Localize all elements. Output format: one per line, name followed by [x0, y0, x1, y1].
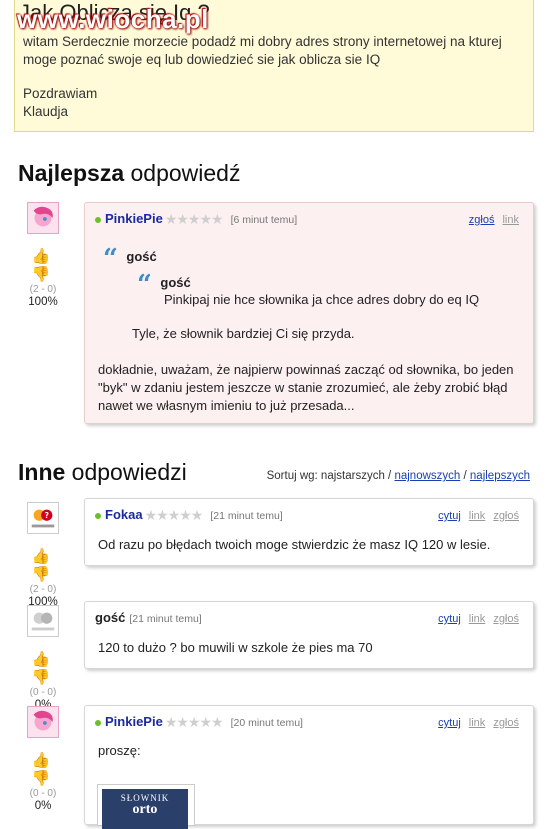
thumbs-down-icon[interactable]: 👎	[32, 566, 55, 583]
avatar[interactable]	[27, 605, 59, 637]
avatar[interactable]: ?	[27, 502, 59, 534]
answer-time: [20 minut temu]	[230, 716, 303, 729]
question-greeting: Pozdrawiam	[23, 86, 98, 101]
answer-body: 120 to dużo ? bo muwili w szkole że pies…	[98, 640, 373, 655]
answer-3-vote-column: 👍👎 (0 - 0) 0%	[24, 706, 62, 812]
thumbs-down-icon[interactable]: 👎	[32, 669, 55, 686]
quote-icon: “	[137, 270, 152, 300]
thumbs-up-icon[interactable]: 👍	[32, 651, 55, 668]
report-link[interactable]: zgłoś	[469, 214, 495, 226]
sort-best-link[interactable]: najlepszych	[470, 470, 530, 482]
question-body: witam Serdecznie morzecie podadź mi dobr…	[23, 34, 502, 67]
rating-stars-icon: ★★★★★	[164, 714, 224, 731]
best-vote-column: 👍👎 (2 - 0) 100%	[24, 202, 62, 308]
online-status-icon	[95, 719, 101, 726]
dictionary-image: SŁOWNIK orto	[97, 784, 195, 829]
thumbs-up-icon[interactable]: 👍	[32, 248, 55, 265]
vote-count: (0 - 0)	[29, 788, 57, 799]
permalink-link[interactable]: link	[502, 214, 519, 226]
report-link[interactable]: zgłoś	[493, 613, 519, 625]
answer-author: gość	[95, 610, 126, 625]
answer-1-vote-column: ? 👍👎 (2 - 0) 100%	[24, 502, 62, 608]
report-link[interactable]: zgłoś	[493, 717, 519, 729]
avatar[interactable]	[27, 202, 59, 234]
answer-time: [6 minut temu]	[230, 213, 298, 226]
online-status-icon	[95, 216, 101, 223]
answer-card: gość [21 minut temu] cytuj link zgłoś 120 t…	[84, 601, 534, 669]
quote-icon: “	[103, 244, 118, 274]
thumbs-down-icon[interactable]: 👎	[32, 266, 55, 283]
thumbs-up-icon[interactable]: 👍	[32, 752, 55, 769]
answer-body: dokładnie, uważam, że najpierw powinnaś …	[98, 362, 514, 413]
quote-link[interactable]: cytuj	[438, 510, 461, 522]
quote-link[interactable]: cytuj	[438, 613, 461, 625]
answer-2-vote-column: 👍👎 (0 - 0) 0%	[24, 605, 62, 711]
quote-link[interactable]: cytuj	[438, 717, 461, 729]
avatar[interactable]	[27, 706, 59, 738]
report-link[interactable]: zgłoś	[493, 510, 519, 522]
best-answer-heading: Najlepsza odpowiedź	[18, 160, 241, 186]
nested-quote-text: Pinkipaj nie hce słownika ja chce adres …	[164, 292, 480, 307]
answer-card: Fokaa ★★★★★ [21 minut temu] cytuj link zgłoś…	[84, 498, 534, 566]
vote-count: (2 - 0)	[29, 284, 57, 295]
thumbs-down-icon[interactable]: 👎	[32, 770, 55, 787]
sort-separator: /	[463, 470, 467, 482]
answer-time: [21 minut temu]	[210, 509, 283, 522]
rating-stars-icon: ★★★★★	[144, 507, 204, 524]
vote-percent: 100%	[28, 296, 58, 308]
dictionary-image-caption: orto	[132, 802, 158, 817]
answer-card: PinkiePie ★★★★★ [20 minut temu] cytuj link z…	[84, 705, 534, 829]
rating-stars-icon: ★★★★★	[164, 211, 224, 228]
other-answers-heading: Inne odpowiedzi	[18, 459, 187, 485]
quote-text: Tyle, że słownik bardziej Ci się przyda.	[132, 326, 355, 341]
permalink-link[interactable]: link	[469, 717, 486, 729]
nested-quoted-user: gość	[160, 275, 191, 290]
permalink-link[interactable]: link	[469, 613, 486, 625]
answer-author[interactable]: PinkiePie	[105, 714, 163, 729]
quoted-user: gość	[126, 249, 157, 264]
best-answer-card: PinkiePie ★★★★★ [6 minut temu] zgłoś link “…	[84, 202, 534, 424]
svg-text:?: ?	[45, 511, 49, 520]
sort-controls: Sortuj wg: najstarszych / najnowszych / …	[267, 470, 530, 482]
thumbs-up-icon[interactable]: 👍	[32, 548, 55, 565]
permalink-link[interactable]: link	[469, 510, 486, 522]
answer-author[interactable]: PinkiePie	[105, 211, 163, 226]
answer-body: proszę:	[98, 743, 141, 758]
sort-newest-link[interactable]: najnowszych	[394, 470, 460, 482]
question-box: Jak Oblicza się Iq ? www.wiocha.pl witam…	[14, 0, 534, 132]
answer-time: [21 minut temu]	[129, 612, 202, 625]
vote-percent: 0%	[34, 800, 52, 812]
answer-body: Od razu po błędach twoich moge stwierdzi…	[98, 537, 491, 552]
vote-count: (2 - 0)	[29, 584, 57, 595]
vote-count: (0 - 0)	[29, 687, 57, 698]
sort-label: Sortuj wg: najstarszych /	[266, 470, 392, 482]
answer-author[interactable]: Fokaa	[105, 507, 143, 522]
watermark-logo: www.wiocha.pl	[17, 4, 209, 34]
online-status-icon	[95, 512, 101, 519]
question-author: Klaudja	[23, 104, 69, 119]
